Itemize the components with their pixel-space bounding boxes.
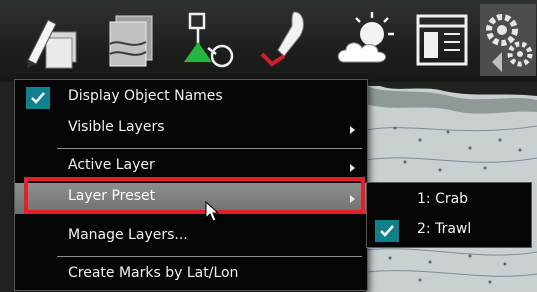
submenu-item-trawl[interactable]: 2: Trawl [367,216,531,246]
checkbox-checked-icon [375,220,399,242]
chart-layers-button[interactable] [96,4,168,76]
data-panel-button[interactable] [406,4,478,76]
menu-item-label: Create Marks by Lat/Lon [68,265,239,281]
weather-icon [337,12,394,63]
layer-preset-submenu: 1: Crab 2: Trawl [366,182,532,248]
submenu-item-label: 2: Trawl [417,221,472,237]
menu-separator [57,256,362,257]
menu-item-manage-layers[interactable]: Manage Layers... [15,222,367,252]
settings-button[interactable] [480,4,536,76]
submenu-item-label: 1: Crab [417,191,469,207]
boat-track-icon [260,11,304,67]
menu-item-visible-layers[interactable]: Visible Layers [15,114,367,144]
settings-gear-icon [486,14,533,72]
edit-route-button[interactable] [14,4,86,76]
menu-item-label: Active Layer [68,157,155,173]
boat-track-button[interactable] [254,4,326,76]
selection-highlight-outline [24,177,365,214]
mouse-pointer-icon [205,201,220,222]
mark-placement-button[interactable] [176,4,248,76]
mark-placement-icon [184,12,234,68]
menu-separator [57,148,362,149]
menu-item-label: Display Object Names [68,88,223,104]
edit-route-icon [27,19,77,69]
weather-button[interactable] [330,4,402,76]
menu-item-label: Manage Layers... [68,227,188,243]
submenu-item-crab[interactable]: 1: Crab [367,186,531,216]
submenu-arrow-icon [350,126,355,134]
menu-item-create-marks-by-lat-lon[interactable]: Create Marks by Lat/Lon [15,260,367,290]
submenu-arrow-icon [350,164,355,172]
menu-item-label: Visible Layers [68,119,165,135]
menu-item-display-object-names[interactable]: Display Object Names [15,83,367,113]
data-panel-icon [416,14,468,66]
chart-layers-icon [109,15,153,67]
toolbar [0,0,537,82]
checkbox-checked-icon [26,87,50,109]
